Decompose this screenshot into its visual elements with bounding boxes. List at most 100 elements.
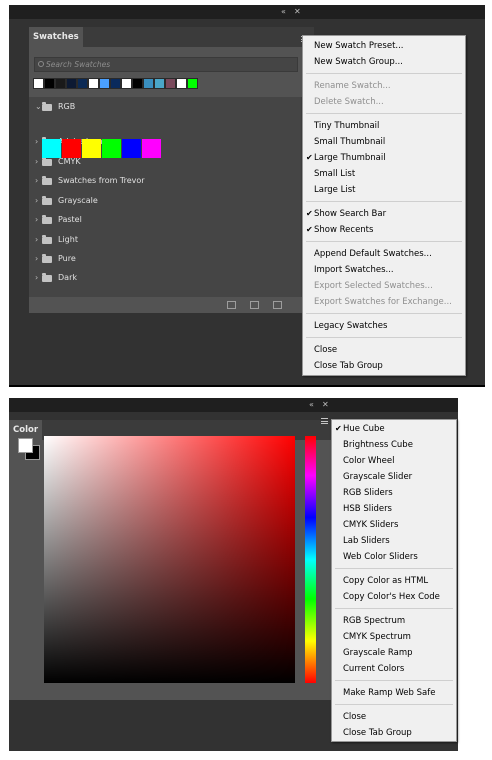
menu-separator [306, 241, 462, 242]
menu-item[interactable]: RGB Spectrum [332, 613, 456, 629]
recent-swatch[interactable] [165, 78, 176, 89]
saturation-brightness-field[interactable] [44, 436, 295, 683]
swatch-group-label: Swatches from Trevor [58, 176, 145, 185]
recent-swatch[interactable] [121, 78, 132, 89]
menu-item[interactable]: Copy Color's Hex Code [332, 589, 456, 605]
swatch[interactable] [142, 139, 161, 158]
collapse-icon[interactable]: « [309, 399, 314, 411]
swatch-group-item[interactable]: › Grayscale [29, 194, 299, 210]
menu-item[interactable]: ✔ Hue Cube [332, 421, 456, 437]
folder-icon [42, 157, 52, 166]
menu-item[interactable]: RGB Sliders [332, 485, 456, 501]
menu-item[interactable]: HSB Sliders [332, 501, 456, 517]
foreground-color-swatch[interactable] [18, 438, 33, 453]
folder-icon [42, 273, 52, 282]
folder-icon[interactable] [227, 301, 236, 309]
tab-color[interactable]: Color [9, 420, 43, 440]
swatch[interactable] [62, 139, 81, 158]
color-panel-window: « ✕ Color ✔ Hue Cube Brightness Cube Color … [9, 398, 458, 751]
menu-item-label: RGB Spectrum [343, 616, 406, 626]
trash-icon[interactable] [273, 301, 282, 309]
swatch[interactable] [82, 139, 101, 158]
chevron-down-icon[interactable]: ⌄ [35, 103, 42, 111]
hue-slider[interactable] [305, 436, 316, 683]
menu-item[interactable]: ✔ Show Search Bar [303, 206, 465, 222]
menu-item[interactable]: Lab Sliders [332, 533, 456, 549]
recent-swatch[interactable] [88, 78, 99, 89]
chevron-right-icon[interactable]: › [35, 255, 38, 263]
recent-swatch[interactable] [99, 78, 110, 89]
new-swatch-icon[interactable] [250, 301, 259, 309]
recent-swatch[interactable] [176, 78, 187, 89]
close-icon[interactable]: ✕ [294, 6, 301, 18]
swatch[interactable] [122, 139, 141, 158]
chevron-right-icon[interactable]: › [35, 138, 38, 146]
recent-swatch[interactable] [33, 78, 44, 89]
menu-item-label: Hue Cube [343, 424, 385, 434]
chevron-right-icon[interactable]: › [35, 236, 38, 244]
menu-item[interactable]: Close Tab Group [303, 358, 465, 374]
menu-item[interactable]: Close [303, 342, 465, 358]
menu-item[interactable]: Close [332, 709, 456, 725]
menu-item[interactable]: Grayscale Slider [332, 469, 456, 485]
swatches-panel: Swatches Search Swatches ⌄RGB›Adobe Icon… [29, 27, 314, 313]
swatch-group-item[interactable]: › Swatches from Trevor [29, 174, 299, 190]
menu-item[interactable]: Legacy Swatches [303, 318, 465, 334]
swatch-group-item[interactable]: › Light [29, 233, 299, 249]
menu-item[interactable]: Close Tab Group [332, 725, 456, 741]
recent-swatch[interactable] [110, 78, 121, 89]
swatch-group-item[interactable]: › Dark [29, 271, 299, 287]
menu-item[interactable]: Make Ramp Web Safe [332, 685, 456, 701]
menu-item[interactable]: New Swatch Group... [303, 54, 465, 70]
menu-item[interactable]: New Swatch Preset... [303, 38, 465, 54]
recent-swatch[interactable] [154, 78, 165, 89]
chevron-right-icon[interactable]: › [35, 177, 38, 185]
recent-swatch[interactable] [187, 78, 198, 89]
search-input[interactable]: Search Swatches [34, 57, 298, 72]
recent-swatch[interactable] [77, 78, 88, 89]
menu-item[interactable]: Tiny Thumbnail [303, 118, 465, 134]
close-icon[interactable]: ✕ [322, 399, 329, 411]
menu-item[interactable]: Append Default Swatches... [303, 246, 465, 262]
folder-icon [42, 196, 52, 205]
menu-item-label: Web Color Sliders [343, 552, 418, 562]
menu-item[interactable]: Import Swatches... [303, 262, 465, 278]
recent-swatch[interactable] [55, 78, 66, 89]
swatch-group-item[interactable]: › Pastel [29, 213, 299, 229]
menu-item[interactable]: ✔ Show Recents [303, 222, 465, 238]
swatch[interactable] [42, 139, 61, 158]
chevron-right-icon[interactable]: › [35, 158, 38, 166]
menu-item[interactable]: Small Thumbnail [303, 134, 465, 150]
menu-item[interactable]: Current Colors [332, 661, 456, 677]
swatch-group-item[interactable]: › Pure [29, 252, 299, 268]
tab-swatches[interactable]: Swatches [29, 27, 83, 47]
recent-swatch[interactable] [66, 78, 77, 89]
checkmark-icon: ✔ [306, 209, 313, 218]
menu-item[interactable]: Large List [303, 182, 465, 198]
panel-title-bar: « ✕ [9, 398, 458, 412]
menu-item[interactable]: Grayscale Ramp [332, 645, 456, 661]
swatch-group-item[interactable]: ⌄ RGB [29, 100, 299, 116]
menu-item[interactable]: Web Color Sliders [332, 549, 456, 565]
chevron-right-icon[interactable]: › [35, 216, 38, 224]
swatch[interactable] [102, 139, 121, 158]
menu-item[interactable]: CMYK Sliders [332, 517, 456, 533]
recent-swatch[interactable] [132, 78, 143, 89]
chevron-right-icon[interactable]: › [35, 274, 38, 282]
search-icon [38, 61, 44, 67]
recent-swatch[interactable] [44, 78, 55, 89]
menu-item[interactable]: CMYK Spectrum [332, 629, 456, 645]
menu-item[interactable]: Color Wheel [332, 453, 456, 469]
recent-swatch[interactable] [143, 78, 154, 89]
collapse-icon[interactable]: « [281, 6, 286, 18]
folder-icon [42, 235, 52, 244]
chevron-right-icon[interactable]: › [35, 197, 38, 205]
menu-item[interactable]: Small List [303, 166, 465, 182]
panel-title-bar: « ✕ [9, 5, 485, 19]
panel-menu-icon[interactable] [321, 418, 328, 424]
menu-item-label: Tiny Thumbnail [314, 121, 380, 131]
menu-item[interactable]: ✔ Large Thumbnail [303, 150, 465, 166]
menu-item[interactable]: Copy Color as HTML [332, 573, 456, 589]
menu-item[interactable]: Brightness Cube [332, 437, 456, 453]
menu-item-label: Grayscale Slider [343, 472, 413, 482]
